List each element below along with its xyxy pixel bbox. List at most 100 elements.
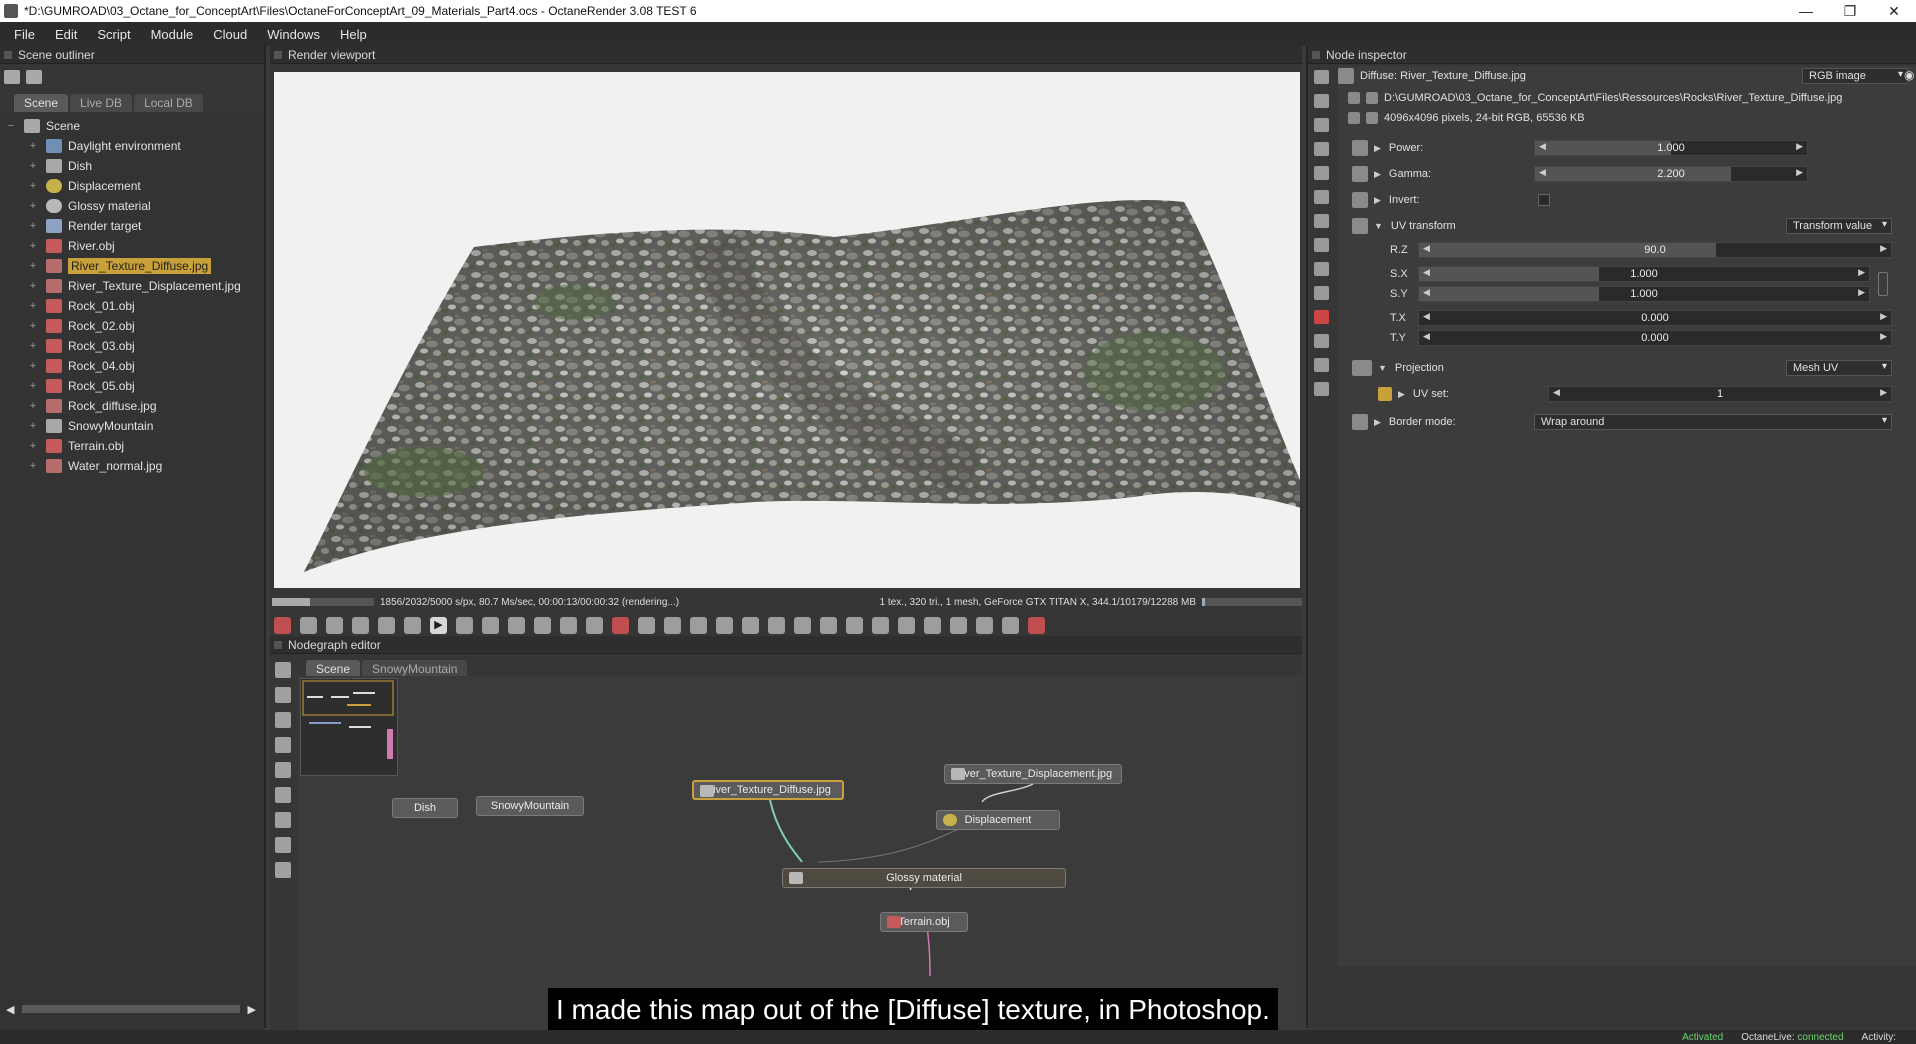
tree-item-water-normal[interactable]: + Water_normal.jpg [0,456,264,476]
kernel-icon[interactable] [1313,286,1329,300]
recenter-icon[interactable] [275,712,291,728]
tree-item-rock-04[interactable]: + Rock_04.obj [0,356,264,376]
nodegraph-icon[interactable] [275,737,291,753]
preview-eye-icon[interactable]: ◉ [1904,68,1914,82]
menu-help[interactable]: Help [330,27,377,42]
node-type-dropdown[interactable]: RGB image [1802,68,1908,84]
tree-item-render-target[interactable]: + Render target [0,216,264,236]
scroll-left-icon[interactable]: ◀ [6,1003,14,1016]
projection-mode-dropdown[interactable]: Mesh UV [1786,360,1892,376]
ty-slider[interactable]: ◀ 0.000 ▶ [1418,330,1892,346]
tree-item-rock-05[interactable]: + Rock_05.obj [0,376,264,396]
render-target-icon[interactable] [1313,118,1329,132]
material-picker-icon[interactable] [716,616,733,634]
sy-slider[interactable]: ◀ 1.000 ▶ [1418,286,1870,302]
rz-slider[interactable]: ◀ 90.0 ▶ [1418,242,1892,258]
expand-triangle-icon[interactable]: ▶ [1374,417,1381,428]
increment-icon[interactable]: ▶ [1858,267,1865,278]
reload-icon[interactable] [1348,92,1360,104]
copy-to-clipboard-icon[interactable] [794,616,811,634]
save-render-icon[interactable] [820,616,837,634]
sx-slider[interactable]: ◀ 1.000 ▶ [1418,266,1870,282]
expand-icon[interactable]: + [28,321,38,332]
arrange-nodes-icon[interactable] [275,687,291,703]
node-terrain-obj[interactable]: Terrain.obj [880,912,968,932]
realtime-mode-icon[interactable] [456,616,473,634]
material-icon[interactable] [1313,310,1329,324]
material-nodes-icon[interactable] [275,787,291,803]
placement-icon[interactable] [924,616,941,634]
render-image[interactable] [274,72,1300,588]
tree-item-displacement[interactable]: + Displacement [0,176,264,196]
collapse-triangle-icon[interactable]: ▼ [1374,221,1383,231]
mesh-icon[interactable] [1313,214,1329,228]
texture-icon[interactable] [1313,334,1329,348]
light-icon[interactable] [1313,382,1329,396]
invert-checkbox[interactable] [1538,194,1550,206]
menu-script[interactable]: Script [87,27,140,42]
tree-item-river-obj[interactable]: + River.obj [0,236,264,256]
tree-item-snowy-mountain[interactable]: + SnowyMountain [0,416,264,436]
increment-icon[interactable]: ▶ [1880,387,1887,398]
expand-all-icon[interactable] [4,70,20,84]
minimize-button[interactable]: — [1784,3,1828,19]
gamma-slider[interactable]: ◀ 2.200 ▶ [1534,166,1808,182]
expand-triangle-icon[interactable]: ▶ [1374,143,1381,154]
node-dish[interactable]: Dish [392,798,458,818]
tab-scene[interactable]: Scene [14,94,69,112]
stop-render-icon[interactable] [352,616,369,634]
node-displacement[interactable]: Displacement [936,810,1060,830]
tree-item-terrain-obj[interactable]: + Terrain.obj [0,436,264,456]
expand-icon[interactable]: + [28,201,38,212]
translate-gizmo-icon[interactable] [950,616,967,634]
expand-icon[interactable]: + [28,381,38,392]
texture-nodes-icon[interactable] [275,812,291,828]
expand-triangle-icon[interactable]: ▶ [1374,169,1381,180]
rotate-gizmo-icon[interactable] [976,616,993,634]
scale-gizmo-icon[interactable] [1002,616,1019,634]
expand-icon[interactable]: + [28,161,38,172]
expand-icon[interactable]: + [28,361,38,372]
tree-item-rock-01[interactable]: + Rock_01.obj [0,296,264,316]
node-river-texture-displacement[interactable]: River_Texture_Displacement.jpg [944,764,1122,784]
scroll-right-icon[interactable]: ▶ [248,1003,256,1016]
tree-item-river-texture-displacement[interactable]: + River_Texture_Displacement.jpg [0,276,264,296]
collapse-triangle-icon[interactable]: ▼ [1378,363,1387,373]
camera-icon[interactable] [1313,142,1329,156]
tree-item-rock-03[interactable]: + Rock_03.obj [0,336,264,356]
menu-cloud[interactable]: Cloud [203,27,257,42]
expand-icon[interactable]: + [28,461,38,472]
close-button[interactable]: ✕ [1872,3,1916,20]
tree-item-dish[interactable]: + Dish [0,156,264,176]
uv-set-slider[interactable]: ◀ 1 ▶ [1548,386,1892,402]
background-image-icon[interactable] [872,616,889,634]
expand-icon[interactable]: + [28,221,38,232]
increment-icon[interactable]: ▶ [1880,243,1887,254]
render-priority-icon[interactable] [326,616,343,634]
render-region-icon[interactable] [586,616,603,634]
grid-icon[interactable] [275,862,291,878]
outliner-scrollbar[interactable]: ◀ ▶ [6,1002,256,1016]
subsample-icon[interactable] [534,616,551,634]
expand-icon[interactable]: + [28,421,38,432]
lock-resolution-icon[interactable] [482,616,499,634]
border-mode-dropdown[interactable]: Wrap around [1534,414,1892,430]
expand-icon[interactable]: + [28,401,38,412]
power-slider[interactable]: ◀ 1.000 ▶ [1534,140,1808,156]
octane-logo-icon[interactable] [274,616,291,634]
increment-icon[interactable]: ▶ [1796,141,1803,152]
expand-icon[interactable]: + [28,301,38,312]
increment-icon[interactable]: ▶ [1880,311,1887,322]
imager-icon[interactable] [1313,238,1329,252]
tree-item-rock-diffuse[interactable]: + Rock_diffuse.jpg [0,396,264,416]
white-balance-icon[interactable] [690,616,707,634]
lock-aspect-icon[interactable] [1878,272,1888,296]
restart-render-icon[interactable] [378,616,395,634]
expand-icon[interactable]: + [28,141,38,152]
tab-live-db[interactable]: Live DB [70,94,133,112]
tree-item-daylight-environment[interactable]: + Daylight environment [0,136,264,156]
viewport-lock-icon[interactable] [898,616,915,634]
menu-edit[interactable]: Edit [45,27,87,42]
decal-wireframe-icon[interactable] [560,616,577,634]
layout-icon[interactable] [275,837,291,853]
